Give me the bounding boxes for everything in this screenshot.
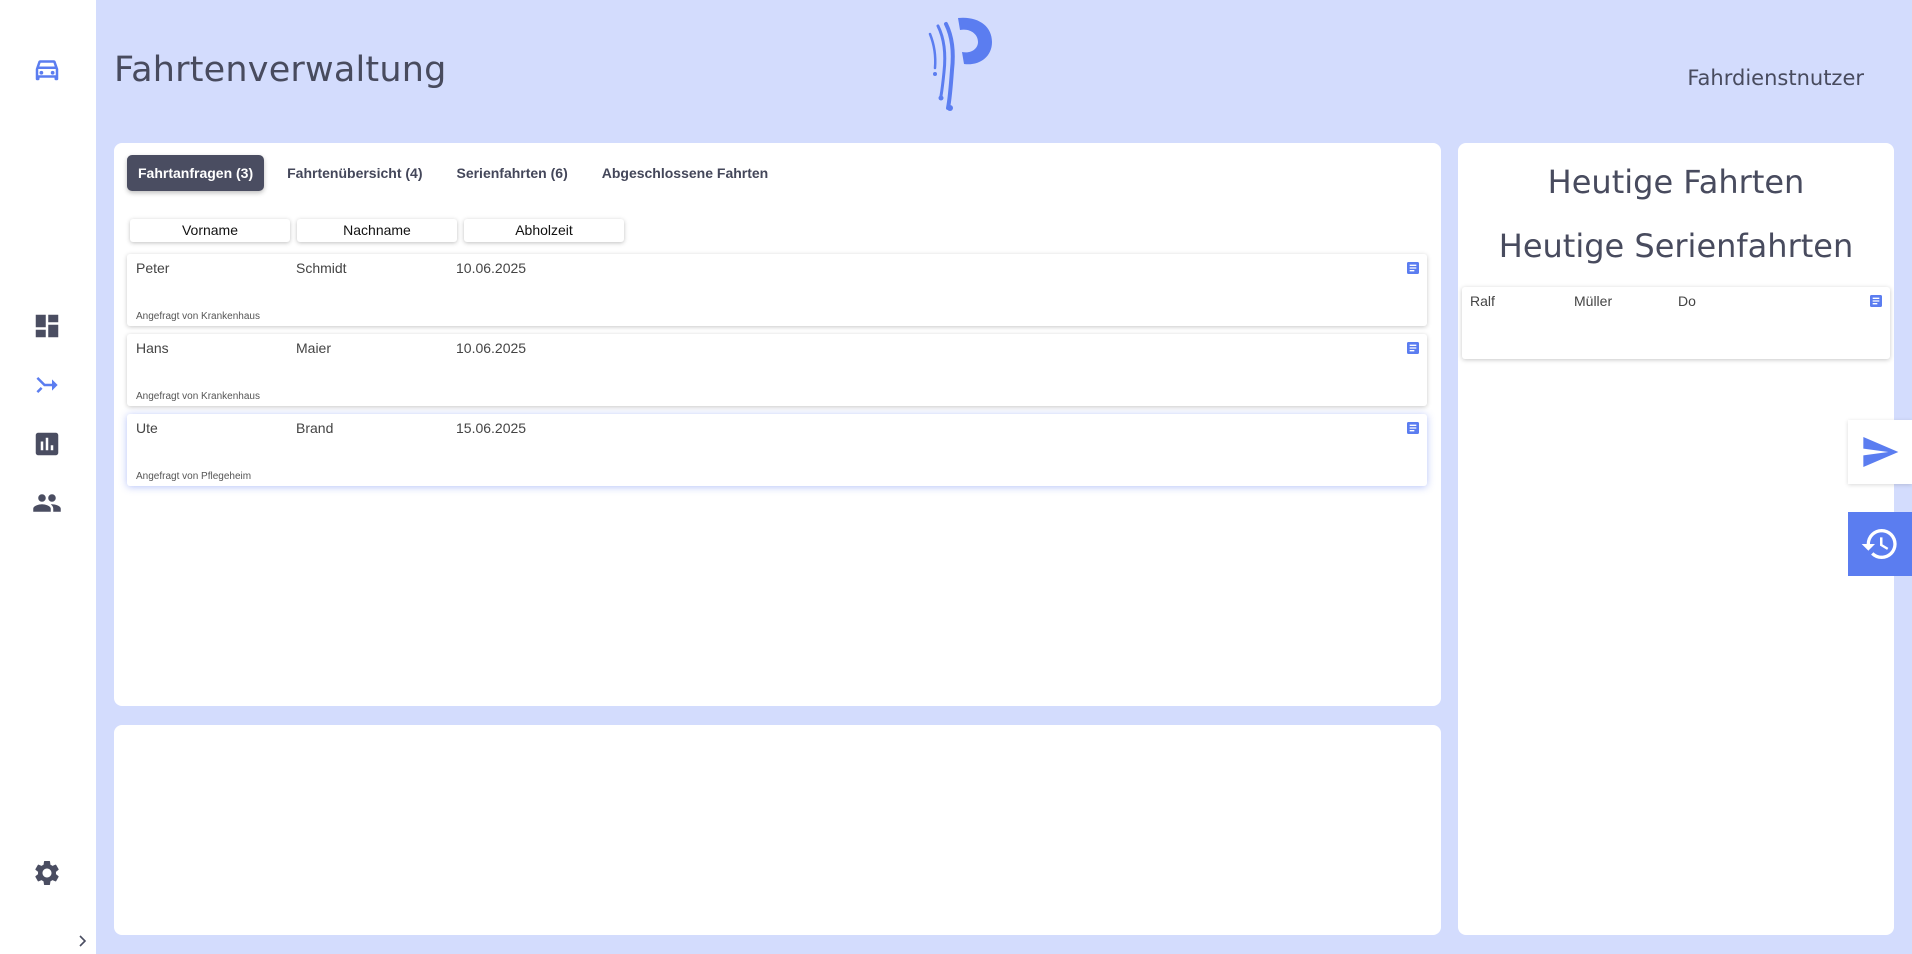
- request-first-name: Ute: [136, 420, 158, 436]
- series-last-name: Müller: [1574, 293, 1613, 309]
- sidebar-item-rides[interactable]: [32, 54, 62, 84]
- request-first-name: Peter: [136, 260, 170, 276]
- tab-ride-requests[interactable]: Fahrtanfragen (3): [127, 155, 265, 191]
- brand-logo: [928, 17, 992, 111]
- request-source: Angefragt von Krankenhaus: [136, 391, 260, 402]
- today-panel: Heutige Fahrten Heutige Serienfahrten Ra…: [1458, 143, 1894, 935]
- request-date: 10.06.2025: [456, 340, 527, 356]
- series-row[interactable]: Ralf Müller Do: [1462, 287, 1890, 359]
- tab-series-rides[interactable]: Serienfahrten (6): [445, 155, 578, 191]
- request-last-name: Brand: [296, 420, 334, 436]
- detail-panel: [114, 725, 1441, 935]
- car-icon: [35, 60, 59, 81]
- today-series-title: Heutige Serienfahrten: [1498, 227, 1854, 265]
- document-icon[interactable]: [1405, 340, 1421, 356]
- request-row[interactable]: Peter Schmidt 10.06.2025 Angefragt von K…: [127, 254, 1427, 326]
- tab-completed-rides[interactable]: Abgeschlossene Fahrten: [591, 155, 780, 191]
- column-headers: Vorname Nachname Abholzeit: [130, 219, 624, 242]
- send-icon: [1863, 437, 1899, 467]
- series-first-name: Ralf: [1470, 293, 1495, 309]
- sidebar-item-statistics[interactable]: [32, 429, 62, 459]
- send-button[interactable]: [1848, 420, 1912, 484]
- request-first-name: Hans: [136, 340, 169, 356]
- today-rides-title: Heutige Fahrten: [1547, 163, 1805, 201]
- dashboard-icon: [35, 314, 59, 338]
- request-source: Angefragt von Pflegeheim: [136, 471, 252, 482]
- request-date: 15.06.2025: [456, 420, 527, 436]
- ride-requests-panel: Fahrtanfragen (3) Fahrtenübersicht (4) S…: [114, 143, 1441, 706]
- history-button[interactable]: [1848, 512, 1912, 576]
- bar-chart-icon: [35, 432, 59, 456]
- request-source: Angefragt von Krankenhaus: [136, 311, 260, 322]
- document-icon[interactable]: [1405, 260, 1421, 276]
- series-day: Do: [1678, 293, 1696, 309]
- sidebar-item-rides-manage[interactable]: [32, 370, 62, 400]
- sidebar-item-settings[interactable]: [32, 858, 62, 888]
- sidebar-item-dashboard[interactable]: [32, 311, 62, 341]
- column-header-last-name[interactable]: Nachname: [297, 219, 457, 242]
- sidebar-item-users[interactable]: [32, 488, 62, 518]
- request-row[interactable]: Ute Brand 15.06.2025 Angefragt von Pfleg…: [127, 414, 1427, 486]
- user-name[interactable]: Fahrdienstnutzer: [1687, 66, 1864, 90]
- request-last-name: Maier: [296, 340, 332, 356]
- tab-ride-overview[interactable]: Fahrtenübersicht (4): [276, 155, 433, 191]
- request-list: Peter Schmidt 10.06.2025 Angefragt von K…: [127, 254, 1427, 494]
- history-icon: [1861, 529, 1897, 559]
- request-date: 10.06.2025: [456, 260, 527, 276]
- page-title: Fahrtenverwaltung: [114, 50, 447, 90]
- route-merge-icon: [36, 376, 58, 394]
- tab-bar: Fahrtanfragen (3) Fahrtenübersicht (4) S…: [127, 155, 779, 191]
- request-row[interactable]: Hans Maier 10.06.2025 Angefragt von Kran…: [127, 334, 1427, 406]
- column-header-pickup-time[interactable]: Abholzeit: [464, 219, 624, 242]
- column-header-first-name[interactable]: Vorname: [130, 219, 290, 242]
- document-icon[interactable]: [1405, 420, 1421, 436]
- chevron-right-icon[interactable]: [76, 932, 90, 950]
- sidebar: [0, 0, 96, 954]
- document-icon[interactable]: [1868, 293, 1884, 309]
- group-icon: [33, 494, 61, 512]
- request-last-name: Schmidt: [296, 260, 347, 276]
- gear-icon: [35, 861, 59, 885]
